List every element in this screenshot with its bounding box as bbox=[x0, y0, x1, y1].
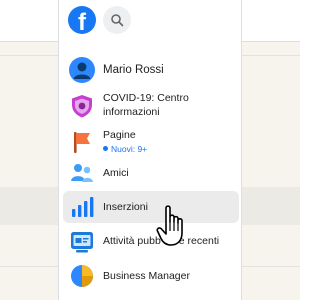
sidebar-item-label: Inserzioni bbox=[103, 201, 148, 213]
sidebar-item-label: COVID-19: Centro bbox=[103, 92, 189, 104]
sidebar-item-attivita[interactable]: Attività pubb e recenti bbox=[63, 227, 239, 257]
avatar-icon bbox=[69, 57, 95, 83]
new-dot bbox=[103, 146, 108, 151]
friends-icon bbox=[71, 164, 93, 182]
search-button[interactable] bbox=[103, 6, 131, 34]
sidebar-item-amici[interactable]: Amici bbox=[63, 158, 239, 188]
search-icon bbox=[111, 14, 124, 27]
sidebar-item-covid[interactable]: COVID-19: Centro informazioni bbox=[63, 89, 239, 125]
label-start: Attività pubb bbox=[103, 235, 161, 247]
facebook-f-glyph: f bbox=[78, 9, 86, 36]
facebook-logo-icon[interactable]: f bbox=[68, 6, 96, 36]
sidebar-item-business-manager[interactable]: Business Manager bbox=[63, 261, 239, 291]
sidebar-header: f bbox=[59, 0, 241, 42]
sidebar-item-label: Amici bbox=[103, 167, 129, 179]
sidebar-item-label: Pagine bbox=[103, 129, 136, 141]
sidebar-item-label: Business Manager bbox=[103, 270, 190, 282]
hand-pointer-icon bbox=[156, 205, 183, 246]
new-badge: Nuovi: 9+ bbox=[103, 144, 147, 154]
business-manager-icon bbox=[71, 265, 93, 287]
sidebar-item-inserzioni[interactable]: Inserzioni bbox=[63, 191, 239, 223]
sidebar-item-label-line2: informazioni bbox=[103, 106, 160, 118]
sidebar-item-label: Mario Rossi bbox=[103, 64, 164, 76]
flag-icon bbox=[74, 132, 90, 153]
sidebar-item-profile[interactable]: Mario Rossi bbox=[63, 55, 239, 85]
covid-shield-icon bbox=[72, 95, 92, 118]
new-count: Nuovi: 9+ bbox=[111, 144, 148, 154]
ads-activity-icon bbox=[71, 232, 93, 253]
left-sidebar: f Mario Rossi COVID-19: Centro informazi… bbox=[58, 0, 242, 300]
bar-chart-icon bbox=[72, 197, 94, 217]
